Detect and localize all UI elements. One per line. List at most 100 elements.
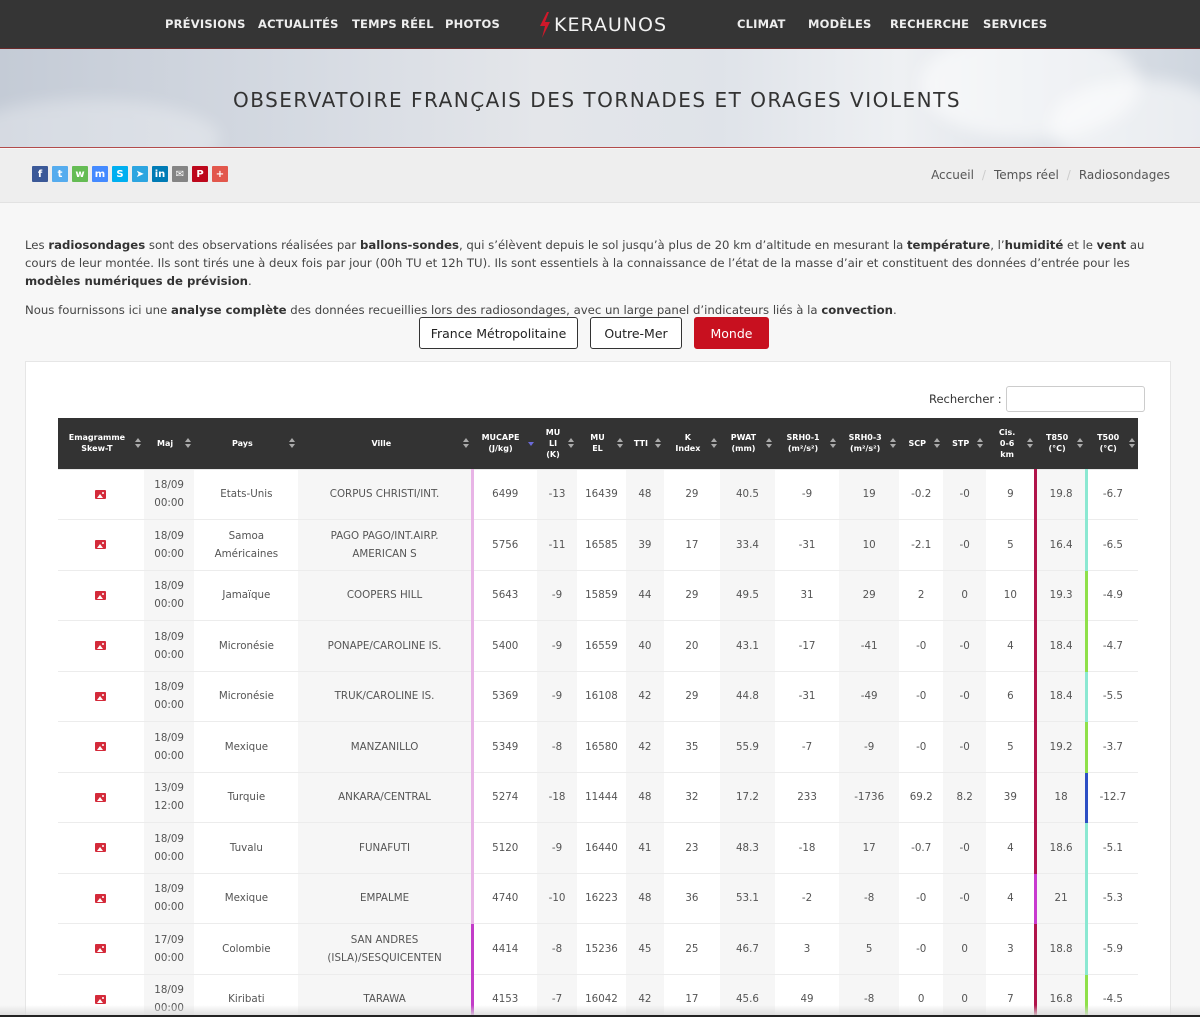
nav-modeles[interactable]: MODÈLES: [808, 17, 872, 31]
cell-emagramme: [58, 620, 144, 672]
more-share-icon[interactable]: +: [212, 166, 228, 182]
messenger-icon[interactable]: m: [92, 166, 108, 182]
skew-t-image-icon[interactable]: [95, 792, 107, 802]
pinterest-icon[interactable]: P: [192, 166, 208, 182]
column-header-t850[interactable]: T850 (°C): [1035, 418, 1087, 469]
table-search: Rechercher :: [929, 386, 1145, 412]
search-input[interactable]: [1005, 386, 1145, 412]
email-icon[interactable]: ✉: [172, 166, 188, 182]
column-header-muli[interactable]: MU LI (K): [536, 418, 578, 469]
france-metropolitaine-button[interactable]: France Métropolitaine: [419, 317, 578, 349]
skew-t-image-icon[interactable]: [95, 540, 107, 550]
column-header-label: Ville: [371, 438, 392, 448]
sort-icon[interactable]: [289, 438, 296, 449]
column-header-stp[interactable]: STP: [942, 418, 987, 469]
skew-t-image-icon[interactable]: [95, 893, 107, 903]
date: 18/09: [154, 832, 184, 845]
sort-icon[interactable]: [568, 438, 575, 449]
nav-climat[interactable]: CLIMAT: [737, 17, 786, 31]
cell-emagramme: [58, 721, 144, 773]
skew-t-image-icon[interactable]: [95, 489, 107, 499]
cell-pwat: 17.2: [719, 772, 776, 823]
cell-srh01: -18: [775, 822, 839, 874]
sort-icon[interactable]: [933, 438, 940, 449]
cis-value: 39: [1003, 791, 1017, 804]
column-header-srh01[interactable]: SRH0-1 (m²/s²): [775, 418, 839, 469]
column-header-tti[interactable]: TTI: [625, 418, 665, 469]
nav-services[interactable]: SERVICES: [983, 17, 1047, 31]
linkedin-icon[interactable]: in: [152, 166, 168, 182]
twitter-icon[interactable]: t: [52, 166, 68, 182]
column-header-cis[interactable]: Cis. 0-6 km: [986, 418, 1036, 469]
cell-t500: -3.7: [1084, 721, 1138, 773]
nav-previsions[interactable]: PRÉVISIONS: [165, 17, 246, 31]
monde-button[interactable]: Monde: [694, 317, 769, 349]
sort-icon[interactable]: [829, 438, 836, 449]
mucape-value: 4414: [492, 942, 519, 955]
cell-ville: ANKARA/CENTRAL: [298, 772, 473, 823]
cell-stp: -0: [942, 519, 987, 571]
tti-value: 44: [638, 589, 652, 602]
cell-emagramme: [58, 671, 144, 722]
nav-temps-reel[interactable]: TEMPS RÉEL: [352, 17, 434, 31]
breadcrumb-accueil[interactable]: Accueil: [931, 168, 974, 182]
sort-icon[interactable]: [766, 438, 773, 449]
skype-icon[interactable]: S: [112, 166, 128, 182]
sort-icon[interactable]: [1026, 438, 1033, 449]
sort-icon[interactable]: [1077, 438, 1084, 449]
cell-muli: -8: [536, 721, 578, 773]
column-header-emagramme[interactable]: Emagramme Skew-T: [58, 418, 144, 469]
cell-ville: COOPERS HILL: [298, 570, 473, 621]
ville-value: PONAPE/CAROLINE IS.: [327, 639, 442, 652]
column-header-muel[interactable]: MU EL: [577, 418, 626, 469]
mucape-value: 5643: [492, 589, 519, 602]
skew-t-image-icon[interactable]: [95, 742, 107, 752]
skew-t-image-icon[interactable]: [95, 691, 107, 701]
intro-text-fragment: des données recueillies lors des radioso…: [286, 303, 822, 317]
ville-value: ANKARA/CENTRAL: [338, 791, 431, 804]
skew-t-image-icon[interactable]: [95, 994, 107, 1004]
nav-recherche[interactable]: RECHERCHE: [890, 17, 969, 31]
cell-kindex: 23: [664, 822, 720, 874]
sort-icon[interactable]: [134, 438, 141, 449]
column-header-mucape[interactable]: MUCAPE (J/kg): [472, 418, 537, 469]
whatsapp-icon[interactable]: w: [72, 166, 88, 182]
sort-icon[interactable]: [616, 438, 623, 449]
nav-photos[interactable]: PHOTOS: [445, 17, 500, 31]
keraunos-logo[interactable]: KERAUNOS: [538, 11, 667, 39]
sort-icon[interactable]: [710, 438, 717, 449]
column-header-scp[interactable]: SCP: [899, 418, 943, 469]
date: 13/09: [154, 782, 184, 795]
sort-icon[interactable]: [977, 438, 984, 449]
column-header-kindex[interactable]: K Index: [664, 418, 720, 469]
sort-desc-icon[interactable]: [527, 438, 534, 448]
radiosondes-table: Emagramme Skew-T Maj Pays Ville MUCAPE (J/kg…: [58, 418, 1138, 1017]
nav-actualites[interactable]: ACTUALITÉS: [258, 17, 339, 31]
skew-t-image-icon[interactable]: [95, 641, 107, 651]
column-header-srh03[interactable]: SRH0-3 (m²/s²): [838, 418, 900, 469]
facebook-icon[interactable]: f: [32, 166, 48, 182]
srh01-value: -2: [801, 892, 813, 905]
sort-icon[interactable]: [1129, 438, 1135, 449]
cis-value: 3: [1007, 942, 1014, 955]
cell-muli: -9: [536, 620, 578, 672]
column-header-pwat[interactable]: PWAT (mm): [719, 418, 776, 469]
sort-icon[interactable]: [655, 438, 662, 449]
column-header-maj[interactable]: Maj: [143, 418, 195, 469]
sort-icon[interactable]: [463, 438, 470, 449]
cell-muli: -18: [536, 772, 578, 823]
breadcrumb-temps-reel[interactable]: Temps réel: [994, 168, 1059, 182]
cell-stp: -0: [942, 620, 987, 672]
breadcrumb-separator: /: [1066, 168, 1071, 182]
skew-t-image-icon[interactable]: [95, 944, 107, 954]
sort-icon[interactable]: [890, 438, 897, 449]
telegram-icon[interactable]: ➤: [132, 166, 148, 182]
column-header-t500[interactable]: T500 (°C): [1086, 418, 1138, 469]
column-header-pays[interactable]: Pays: [194, 418, 299, 469]
pwat-value: 53.1: [735, 892, 759, 905]
skew-t-image-icon[interactable]: [95, 843, 107, 853]
sort-icon[interactable]: [185, 438, 192, 449]
outre-mer-button[interactable]: Outre-Mer: [590, 317, 682, 349]
skew-t-image-icon[interactable]: [95, 590, 107, 600]
column-header-ville[interactable]: Ville: [298, 418, 473, 469]
